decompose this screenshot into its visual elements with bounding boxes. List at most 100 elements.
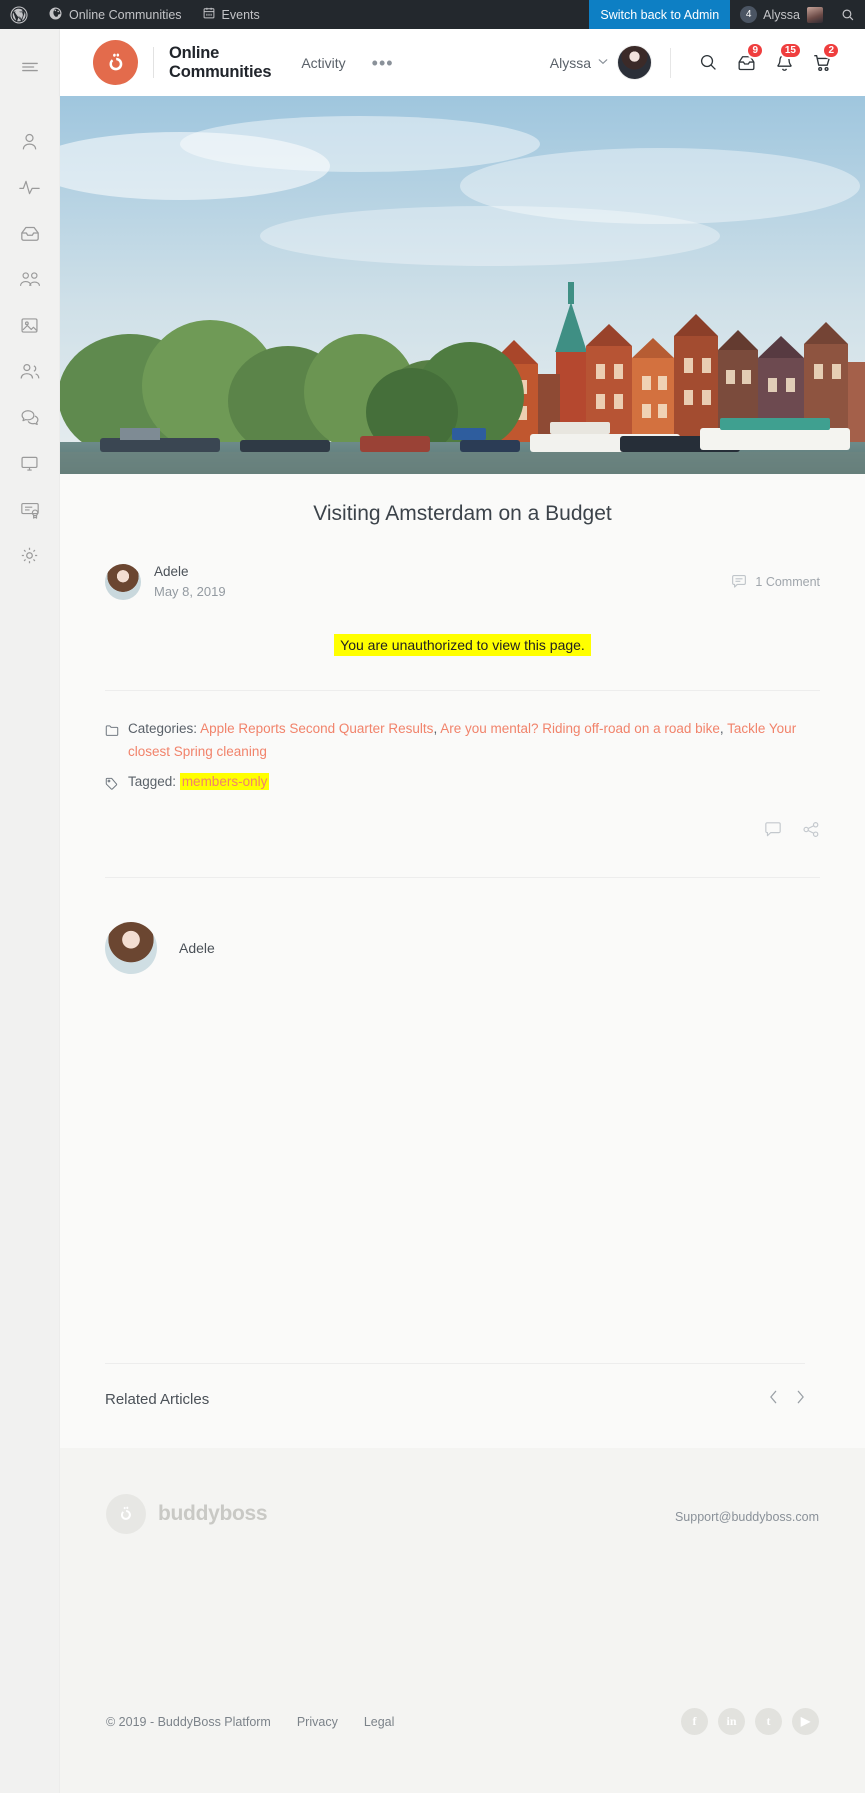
sidebar-item-photos[interactable] bbox=[0, 302, 60, 348]
avatar[interactable] bbox=[617, 45, 652, 80]
footer-socials: f in t ▶ bbox=[681, 1708, 819, 1735]
switch-back-to-admin-button[interactable]: Switch back to Admin bbox=[589, 0, 731, 29]
facebook-icon[interactable]: f bbox=[681, 1708, 708, 1735]
more-dots-icon[interactable]: ••• bbox=[372, 54, 394, 72]
author-box-avatar[interactable] bbox=[105, 922, 157, 975]
settings-gear-icon bbox=[21, 547, 38, 563]
search-icon bbox=[842, 9, 854, 20]
search-icon[interactable] bbox=[689, 46, 727, 80]
certificate-icon bbox=[20, 502, 39, 519]
sidebar-item-courses[interactable] bbox=[0, 440, 60, 486]
category-link-2[interactable]: Are you mental? Riding off-road on a roa… bbox=[440, 721, 720, 736]
post-date: May 8, 2019 bbox=[154, 584, 226, 600]
left-icon-rail bbox=[0, 29, 60, 1793]
header-user-name[interactable]: Alyssa bbox=[550, 55, 591, 71]
youtube-icon[interactable]: ▶ bbox=[792, 1708, 819, 1735]
sidebar-item-messages[interactable] bbox=[0, 210, 60, 256]
page-root: Online Communities Events Switch back to… bbox=[0, 0, 865, 1793]
user-profile-icon bbox=[22, 133, 37, 149]
hero-image bbox=[60, 96, 865, 474]
buddyboss-footer-logo-icon bbox=[106, 1494, 146, 1534]
footer-bottom: © 2019 - BuddyBoss Platform Privacy Lega… bbox=[106, 1708, 819, 1735]
messages-inbox-icon[interactable]: 9 bbox=[727, 41, 765, 80]
cart-icon[interactable]: 2 bbox=[803, 41, 841, 80]
share-icon[interactable] bbox=[802, 821, 820, 843]
sidebar-item-forums[interactable] bbox=[0, 394, 60, 440]
wordpress-icon bbox=[10, 5, 28, 24]
sidebar-item-settings[interactable] bbox=[0, 532, 60, 578]
wp-site-name-label: Online Communities bbox=[69, 7, 182, 22]
wp-site-name-item[interactable]: Online Communities bbox=[38, 0, 192, 29]
comment-count-label: 1 Comment bbox=[755, 574, 820, 589]
article: Visiting Amsterdam on a Budget Adele May… bbox=[60, 474, 865, 1014]
primary-nav: Activity ••• bbox=[301, 54, 394, 72]
wp-admin-bar-left: Online Communities Events bbox=[0, 0, 270, 29]
wp-user-label: Alyssa bbox=[763, 7, 800, 22]
tags-text: Tagged: members-only bbox=[128, 770, 270, 793]
twitter-icon[interactable]: t bbox=[755, 1708, 782, 1735]
buddyboss-logo-icon bbox=[93, 40, 138, 85]
inbox-icon bbox=[20, 226, 39, 241]
folder-icon bbox=[105, 717, 119, 744]
menu-collapse-icon bbox=[21, 62, 38, 72]
linkedin-icon[interactable]: in bbox=[718, 1708, 745, 1735]
brand-divider bbox=[153, 47, 154, 78]
sidebar-item-groups[interactable] bbox=[0, 256, 60, 302]
site-footer: buddyboss Support@buddyboss.com © 2019 -… bbox=[60, 1421, 865, 1793]
divider-above-related bbox=[105, 1363, 805, 1364]
page-title: Visiting Amsterdam on a Budget bbox=[313, 502, 612, 525]
wp-search-button[interactable] bbox=[831, 8, 865, 22]
nav-item-activity[interactable]: Activity bbox=[301, 55, 345, 71]
wordpress-menu-item[interactable] bbox=[0, 0, 38, 29]
chevron-left-icon[interactable] bbox=[769, 1390, 778, 1408]
byline: Adele May 8, 2019 1 Comment bbox=[105, 562, 820, 602]
categories-text: Categories: Apple Reports Second Quarter… bbox=[128, 717, 820, 763]
carousel-nav bbox=[769, 1390, 805, 1408]
author-avatar[interactable] bbox=[105, 563, 141, 600]
members-icon bbox=[20, 363, 40, 379]
groups-icon bbox=[19, 272, 40, 286]
tagged-label: Tagged: bbox=[128, 774, 177, 790]
footer-link-legal[interactable]: Legal bbox=[364, 1715, 395, 1729]
wp-admin-bar: Online Communities Events Switch back to… bbox=[0, 0, 865, 29]
divider-above-terms bbox=[105, 689, 820, 691]
footer-support-email[interactable]: Support@buddyboss.com bbox=[675, 1510, 819, 1524]
related-title: Related Articles bbox=[105, 1390, 210, 1408]
sidebar-item-profile[interactable] bbox=[0, 118, 60, 164]
courses-monitor-icon bbox=[21, 456, 38, 471]
sidebar-item-members[interactable] bbox=[0, 348, 60, 394]
wp-events-item[interactable]: Events bbox=[192, 0, 270, 29]
categories-row: Categories: Apple Reports Second Quarter… bbox=[105, 717, 820, 763]
tag-link-1[interactable]: members-only bbox=[179, 773, 270, 791]
comment-action-icon[interactable] bbox=[764, 821, 782, 843]
footer-inner: buddyboss Support@buddyboss.com © 2019 -… bbox=[60, 1448, 865, 1793]
byline-text: Adele May 8, 2019 bbox=[154, 562, 226, 602]
sidebar-item-activity[interactable] bbox=[0, 164, 60, 210]
footer-links: Privacy Legal bbox=[297, 1715, 395, 1729]
categories-label: Categories: bbox=[128, 720, 198, 736]
wp-comment-count-badge[interactable]: 4 bbox=[740, 6, 758, 23]
sidebar-item-menu-toggle[interactable] bbox=[0, 44, 60, 90]
category-link-1[interactable]: Apple Reports Second Quarter Results bbox=[200, 721, 433, 736]
sidebar-item-certificates[interactable] bbox=[0, 486, 60, 532]
cart-badge: 2 bbox=[822, 41, 840, 59]
author-name[interactable]: Adele bbox=[154, 564, 189, 579]
footer-brand-name: buddyboss bbox=[158, 1502, 268, 1525]
related-header: Related Articles bbox=[105, 1390, 805, 1408]
author-box-name[interactable]: Adele bbox=[179, 940, 215, 956]
wp-account-menu[interactable]: Alyssa bbox=[763, 6, 831, 23]
activity-pulse-icon bbox=[19, 180, 40, 194]
wp-admin-bar-right: Switch back to Admin 4 Alyssa bbox=[589, 0, 865, 29]
notifications-bell-icon[interactable]: 15 bbox=[765, 41, 803, 80]
brand-block[interactable]: Online Communities bbox=[93, 40, 272, 85]
unauthorized-notice-wrap: You are unauthorized to view this page. bbox=[60, 633, 865, 656]
post-terms: Categories: Apple Reports Second Quarter… bbox=[105, 717, 820, 798]
chevron-down-icon[interactable] bbox=[598, 57, 608, 68]
calendar-icon bbox=[202, 6, 216, 23]
wp-user-avatar bbox=[807, 6, 823, 23]
comment-count[interactable]: 1 Comment bbox=[731, 574, 820, 589]
footer-link-privacy[interactable]: Privacy bbox=[297, 1715, 338, 1729]
messages-badge: 9 bbox=[746, 41, 764, 59]
brand-title: Online Communities bbox=[169, 44, 272, 81]
chevron-right-icon[interactable] bbox=[796, 1390, 805, 1408]
